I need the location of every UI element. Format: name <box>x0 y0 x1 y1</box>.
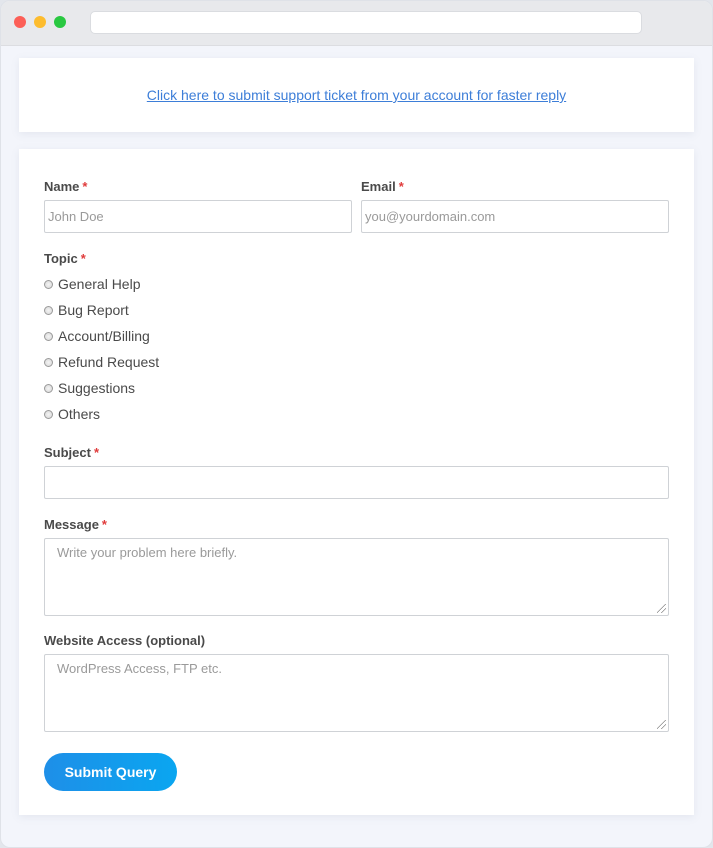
topic-option-label: Account/Billing <box>58 328 150 344</box>
support-banner: Click here to submit support ticket from… <box>19 58 694 132</box>
browser-window: Click here to submit support ticket from… <box>0 0 713 848</box>
message-label-text: Message <box>44 517 99 532</box>
radio-button[interactable] <box>44 305 53 315</box>
email-label-text: Email <box>361 179 396 194</box>
name-label: Name * <box>44 179 87 194</box>
topic-label: Topic * <box>44 251 86 266</box>
website-access-placeholder: WordPress Access, FTP etc. <box>57 661 222 676</box>
website-access-label: Website Access (optional) <box>44 633 205 648</box>
topic-option-general-help[interactable]: General Help <box>44 275 141 293</box>
name-label-text: Name <box>44 179 80 194</box>
required-marker: * <box>93 445 100 460</box>
website-access-textarea[interactable]: WordPress Access, FTP etc. <box>44 654 669 732</box>
topic-option-label: Suggestions <box>58 380 136 396</box>
radio-button[interactable] <box>44 357 53 367</box>
address-bar[interactable] <box>90 11 642 34</box>
submit-query-button[interactable]: Submit Query <box>44 753 177 791</box>
required-marker: * <box>398 179 404 194</box>
radio-button[interactable] <box>44 331 53 341</box>
radio-button[interactable] <box>44 279 53 289</box>
message-label: Message * <box>44 517 107 532</box>
subject-label-text: Subject <box>44 445 91 460</box>
required-marker: * <box>82 179 88 194</box>
support-ticket-link[interactable]: Click here to submit support ticket from… <box>147 87 566 103</box>
topic-option-suggestions[interactable]: Suggestions <box>44 379 135 397</box>
resize-handle-icon[interactable] <box>657 720 666 729</box>
website-access-label-text: Website Access (optional) <box>44 633 206 648</box>
message-placeholder: Write your problem here briefly. <box>57 545 238 560</box>
topic-option-account-billing[interactable]: Account/Billing <box>44 327 150 345</box>
name-field[interactable]: John Doe <box>44 200 352 233</box>
topic-option-label: General Help <box>58 276 141 292</box>
message-textarea[interactable]: Write your problem here briefly. <box>44 538 669 616</box>
topic-option-label: Bug Report <box>58 302 129 318</box>
topic-label-text: Topic <box>44 251 78 266</box>
email-label: Email * <box>361 179 404 194</box>
email-placeholder: you@yourdomain.com <box>365 209 496 224</box>
email-field[interactable]: you@yourdomain.com <box>361 200 669 233</box>
name-placeholder: John Doe <box>48 209 104 224</box>
support-form: Name * John Doe Email * you@yourdomain.com… <box>19 149 694 815</box>
resize-handle-icon[interactable] <box>657 604 666 613</box>
topic-option-others[interactable]: Others <box>44 405 100 423</box>
topic-option-refund-request[interactable]: Refund Request <box>44 353 159 371</box>
radio-button[interactable] <box>44 409 53 419</box>
required-marker: * <box>80 251 86 266</box>
topic-option-bug-report[interactable]: Bug Report <box>44 301 129 319</box>
close-window-button[interactable] <box>14 16 26 28</box>
maximize-window-button[interactable] <box>54 16 66 28</box>
required-marker: * <box>101 517 107 532</box>
radio-button[interactable] <box>44 383 53 393</box>
subject-field[interactable] <box>44 466 669 499</box>
subject-label: Subject * <box>44 445 99 460</box>
title-bar <box>1 1 712 46</box>
topic-option-label: Others <box>58 406 101 422</box>
minimize-window-button[interactable] <box>34 16 46 28</box>
topic-option-label: Refund Request <box>58 354 160 370</box>
